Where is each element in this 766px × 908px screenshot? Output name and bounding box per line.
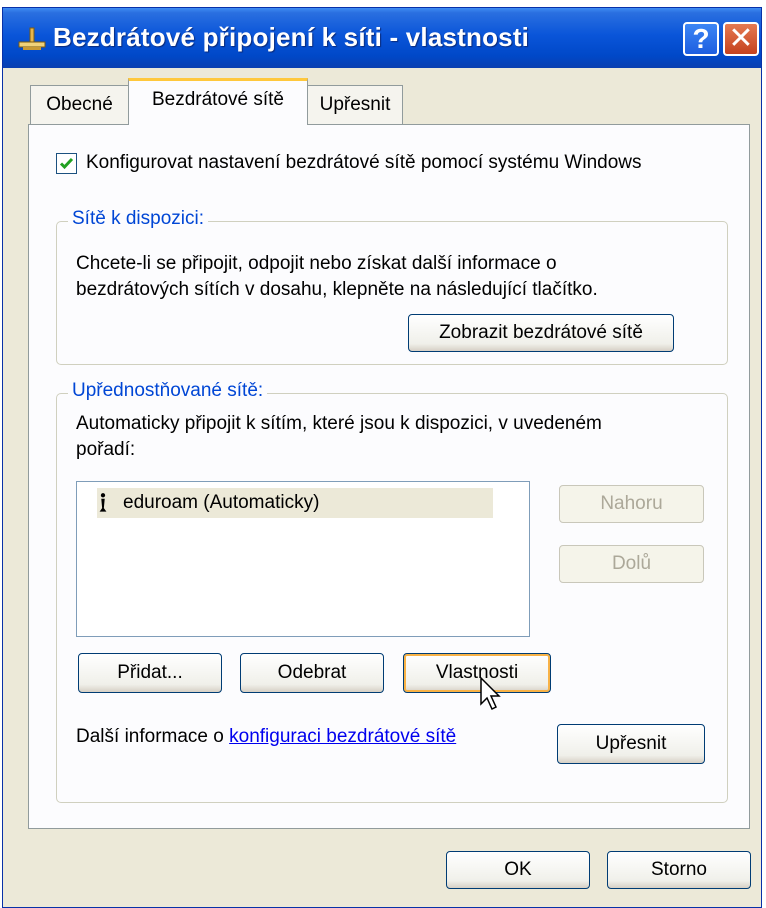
preferred-networks-list[interactable]: eduroam (Automaticky) bbox=[76, 481, 530, 637]
help-button[interactable]: ? bbox=[683, 22, 719, 56]
remove-button[interactable]: Odebrat bbox=[240, 653, 384, 693]
move-down-button[interactable]: Dolů bbox=[559, 545, 704, 583]
preferred-networks-legend: Upřednostňované sítě: bbox=[68, 380, 268, 402]
wireless-config-link[interactable]: konfiguraci bezdrátové sítě bbox=[229, 726, 456, 747]
move-up-button[interactable]: Nahoru bbox=[559, 485, 704, 523]
view-wireless-networks-button[interactable]: Zobrazit bezdrátové sítě bbox=[408, 314, 674, 352]
available-networks-legend: Sítě k dispozici: bbox=[68, 208, 208, 230]
available-networks-text-2: bezdrátových sítích v dosahu, klepněte n… bbox=[76, 279, 598, 300]
tab-wireless-networks[interactable]: Bezdrátové sítě bbox=[128, 78, 308, 125]
config-checkbox-label[interactable]: Konfigurovat nastavení bezdrátové sítě p… bbox=[86, 152, 642, 174]
available-networks-text-1: Chcete-li se připojit, odpojit nebo získ… bbox=[76, 253, 557, 274]
window-title: Bezdrátové připojení k síti - vlastnosti bbox=[53, 22, 530, 52]
preferred-networks-text-1: Automaticky připojit k sítím, které jsou… bbox=[76, 413, 602, 434]
tab-general[interactable]: Obecné bbox=[30, 85, 129, 124]
ok-button[interactable]: OK bbox=[446, 851, 590, 889]
info-text: Další informace o konfiguraci bezdrátové… bbox=[76, 726, 456, 748]
tab-advanced[interactable]: Upřesnit bbox=[307, 85, 403, 124]
add-button[interactable]: Přidat... bbox=[78, 653, 222, 693]
title-bar[interactable]: Bezdrátové připojení k síti - vlastnosti… bbox=[3, 8, 761, 68]
close-button[interactable]: ✕ bbox=[723, 22, 759, 56]
info-prefix: Další informace o bbox=[76, 726, 224, 747]
properties-button[interactable]: Vlastnosti bbox=[403, 653, 551, 693]
config-checkbox[interactable] bbox=[56, 153, 77, 174]
list-item[interactable]: eduroam (Automaticky) bbox=[97, 488, 493, 518]
mouse-cursor-icon bbox=[480, 676, 501, 711]
network-connection-icon bbox=[18, 27, 46, 50]
wireless-antenna-icon bbox=[99, 493, 107, 512]
checkmark-icon bbox=[59, 157, 74, 170]
advanced-button[interactable]: Upřesnit bbox=[557, 724, 705, 764]
list-item-label: eduroam (Automaticky) bbox=[123, 492, 320, 513]
cancel-button[interactable]: Storno bbox=[607, 851, 751, 889]
preferred-networks-text-2: pořadí: bbox=[76, 439, 136, 460]
